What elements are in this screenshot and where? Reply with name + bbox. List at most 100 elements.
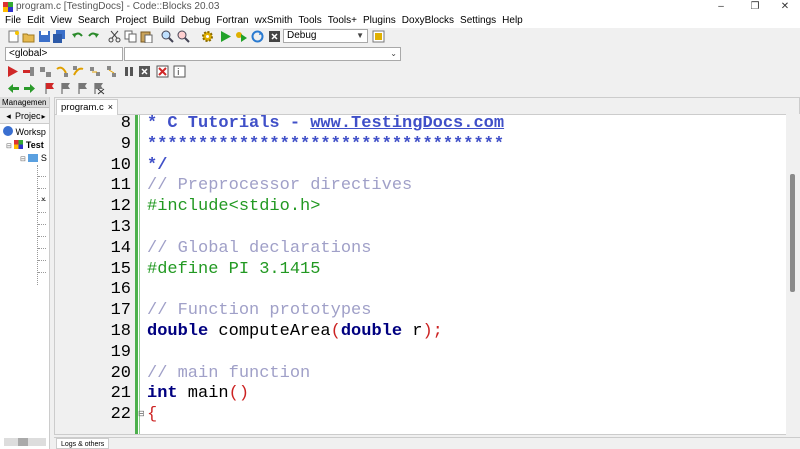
- codeblocks-logo-icon: [3, 2, 13, 12]
- chevron-left-icon[interactable]: ◂: [2, 108, 15, 124]
- code-line[interactable]: {: [147, 405, 157, 424]
- workspace-icon: [3, 126, 13, 136]
- code-line[interactable]: int main(): [147, 384, 249, 403]
- line-number: 18: [110, 322, 131, 341]
- minimize-button[interactable]: –: [706, 0, 736, 14]
- pause-icon[interactable]: [122, 65, 135, 78]
- step-into-icon[interactable]: [56, 65, 69, 78]
- next-bookmark-icon[interactable]: [76, 82, 89, 95]
- maximize-button[interactable]: ❐: [740, 0, 770, 14]
- code-token: double: [147, 322, 209, 341]
- menu-file[interactable]: File: [0, 14, 24, 28]
- sources-folder-node[interactable]: ⊟ S: [20, 153, 47, 165]
- run-to-cursor-icon[interactable]: [22, 65, 35, 78]
- rebuild-icon[interactable]: [251, 30, 264, 43]
- build-and-run-icon[interactable]: [235, 30, 248, 43]
- line-number: 13: [110, 218, 131, 237]
- stop-debugger-icon[interactable]: [138, 65, 151, 78]
- code-line[interactable]: #include<stdio.h>: [147, 197, 320, 216]
- abort-icon[interactable]: [268, 30, 281, 43]
- line-number: 11: [110, 176, 131, 196]
- debug-info-icon[interactable]: i: [173, 65, 186, 78]
- build-options-icon[interactable]: [372, 30, 385, 43]
- build-target-select[interactable]: Debug ▼: [283, 29, 368, 43]
- open-file-icon[interactable]: [22, 30, 35, 43]
- code-line[interactable]: #define PI 3.1415: [147, 260, 320, 279]
- project-label: Test: [25, 140, 44, 150]
- paste-icon[interactable]: [140, 30, 153, 43]
- menu-settings[interactable]: Settings: [457, 14, 499, 28]
- replace-icon[interactable]: [177, 30, 190, 43]
- jump-forward-icon[interactable]: [23, 82, 36, 95]
- cut-icon[interactable]: [108, 30, 121, 43]
- tab-program-c[interactable]: program.c ×: [56, 99, 118, 115]
- build-gear-icon[interactable]: [201, 30, 214, 43]
- code-line[interactable]: * C Tutorials - www.TestingDocs.com: [147, 114, 504, 133]
- menu-debug[interactable]: Debug: [178, 14, 213, 28]
- close-button[interactable]: ✕: [770, 0, 800, 14]
- code-line[interactable]: // Function prototypes: [147, 301, 371, 320]
- code-line[interactable]: ***********************************: [147, 135, 504, 154]
- chevron-right-icon[interactable]: ▸: [42, 112, 46, 121]
- codeblocks-window: program.c [TestingDocs] - Code::Blocks 2…: [0, 0, 800, 449]
- menu-plugins[interactable]: Plugins: [360, 14, 399, 28]
- main-toolbar: Debug ▼: [0, 28, 800, 45]
- menu-view[interactable]: View: [47, 14, 75, 28]
- line-number: 14: [110, 238, 131, 258]
- menu-search[interactable]: Search: [75, 14, 113, 28]
- step-out-icon[interactable]: [72, 65, 85, 78]
- save-all-icon[interactable]: [53, 30, 66, 43]
- menu-build[interactable]: Build: [150, 14, 178, 28]
- build-target-value: Debug: [287, 30, 317, 41]
- code-line[interactable]: double computeArea(double r);: [147, 322, 443, 341]
- code-line[interactable]: */: [147, 156, 167, 175]
- new-file-icon[interactable]: [7, 30, 20, 43]
- menu-project[interactable]: Project: [113, 14, 150, 28]
- code-line[interactable]: // Global declarations: [147, 239, 371, 258]
- code-token: (): [228, 384, 250, 404]
- find-icon[interactable]: [161, 30, 174, 43]
- close-icon[interactable]: ×: [108, 100, 113, 115]
- menu-help[interactable]: Help: [499, 14, 526, 28]
- project-node[interactable]: ⊟ Test: [6, 140, 44, 152]
- editor-vertical-scrollbar[interactable]: [786, 114, 800, 435]
- save-icon[interactable]: [38, 30, 51, 43]
- previous-bookmark-icon[interactable]: [59, 82, 72, 95]
- tab-logs-and-others[interactable]: Logs & others: [56, 438, 110, 449]
- tree-guide: [37, 165, 46, 285]
- menu-edit[interactable]: Edit: [24, 14, 47, 28]
- workspace-node[interactable]: Worksp: [3, 126, 46, 138]
- toggle-bookmark-icon[interactable]: [43, 82, 56, 95]
- code-line[interactable]: // main function: [147, 364, 310, 383]
- menu-wxsmith[interactable]: wxSmith: [252, 14, 296, 28]
- collapse-icon[interactable]: ⊟: [20, 156, 26, 163]
- fold-collapse-icon[interactable]: ⊟: [138, 409, 145, 418]
- run-icon[interactable]: [219, 30, 232, 43]
- step-into-instruction-icon[interactable]: [105, 65, 118, 78]
- debug-start-icon[interactable]: [6, 65, 19, 78]
- redo-icon[interactable]: [87, 30, 100, 43]
- collapse-icon[interactable]: ⊟: [6, 143, 12, 150]
- folder-icon: [28, 154, 39, 162]
- debug-windows-icon[interactable]: [156, 65, 169, 78]
- symbol-select[interactable]: ⌄: [124, 47, 401, 61]
- fold-margin[interactable]: [139, 115, 141, 434]
- management-scrollbar[interactable]: [4, 438, 46, 446]
- code-completion-toolbar: <global> ⌄: [0, 45, 800, 63]
- scope-select[interactable]: <global>: [5, 47, 123, 61]
- tab-projects[interactable]: Projec: [15, 111, 41, 121]
- menu-doxyblocks[interactable]: DoxyBlocks: [399, 14, 457, 28]
- editor-area: program.c × 8 * C Tutorials - www.Testing…: [54, 97, 800, 435]
- debugger-toolbar: i: [0, 63, 800, 80]
- jump-back-icon[interactable]: [7, 82, 20, 95]
- menu-tools[interactable]: Tools: [295, 14, 324, 28]
- menu-tools-plus[interactable]: Tools+: [325, 14, 360, 28]
- next-line-icon[interactable]: [39, 65, 52, 78]
- clear-bookmarks-icon[interactable]: [92, 82, 105, 95]
- copy-icon[interactable]: [124, 30, 137, 43]
- scrollbar-thumb[interactable]: [790, 174, 795, 292]
- code-line[interactable]: // Preprocessor directives: [147, 176, 412, 195]
- undo-icon[interactable]: [71, 30, 84, 43]
- menu-fortran[interactable]: Fortran: [213, 14, 251, 28]
- next-instruction-icon[interactable]: [89, 65, 102, 78]
